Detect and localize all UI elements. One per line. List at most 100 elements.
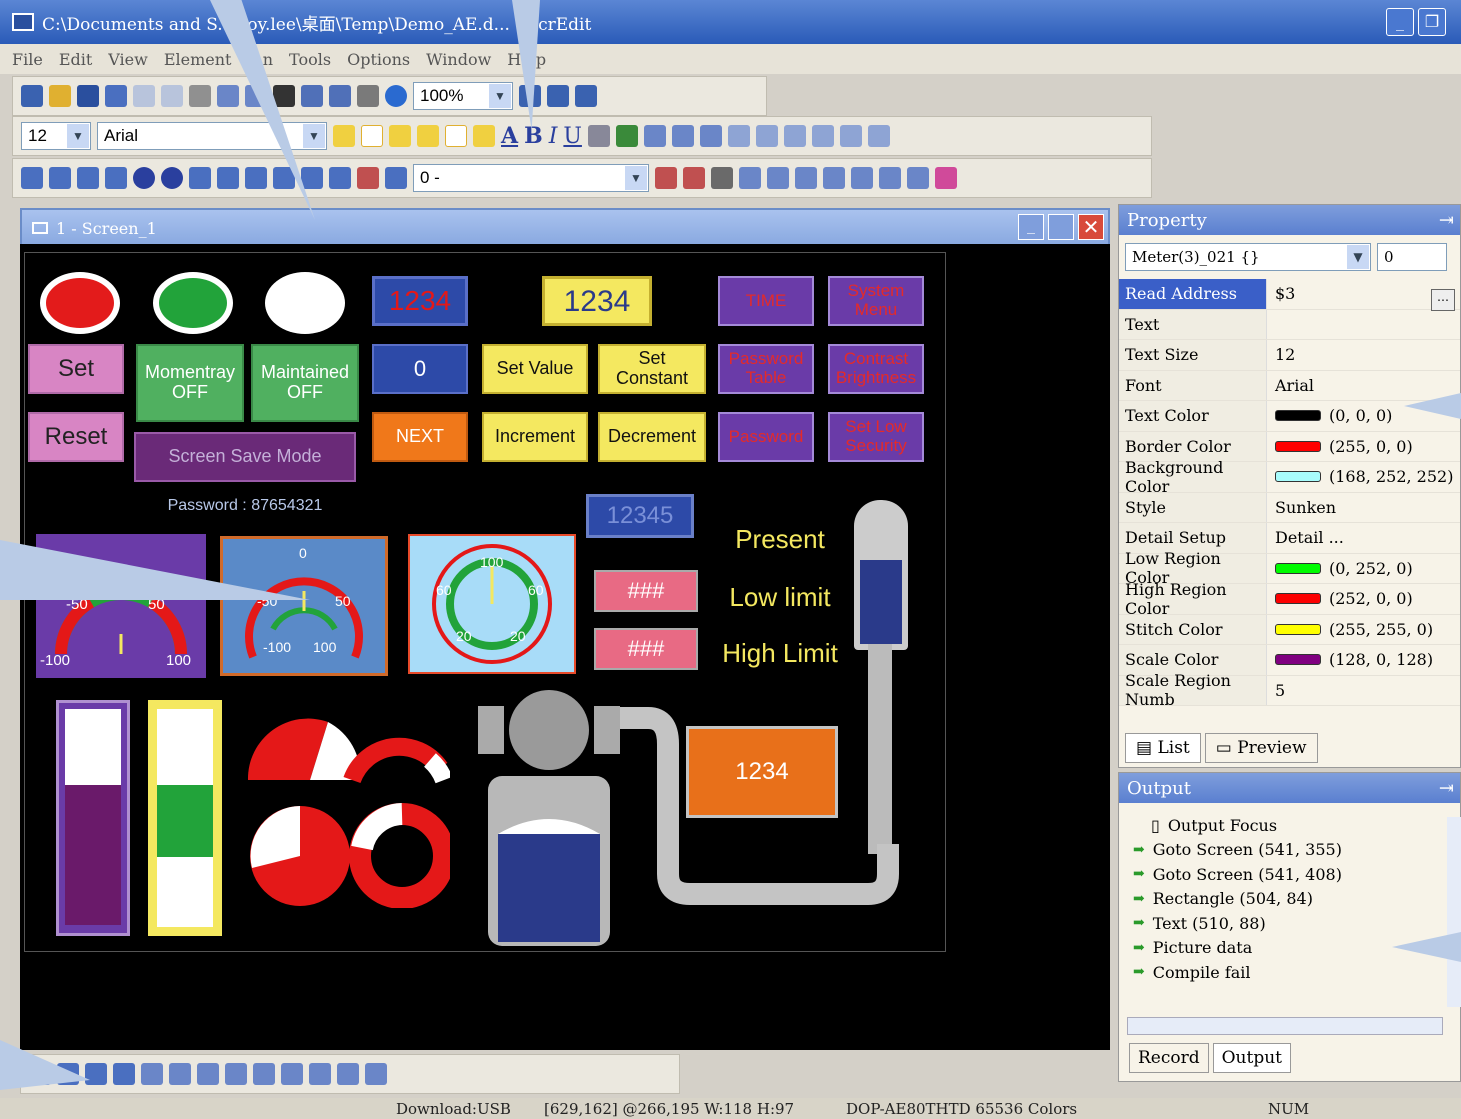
horizontal-scrollbar[interactable] bbox=[1127, 1017, 1443, 1035]
time-button[interactable]: TIME bbox=[718, 276, 814, 326]
menu-view[interactable]: View bbox=[108, 50, 148, 69]
property-row[interactable]: Text bbox=[1119, 309, 1460, 340]
screen-close-button[interactable]: ✕ bbox=[1078, 214, 1104, 240]
numeric-display-2[interactable]: 1234 bbox=[542, 276, 652, 326]
screen-save-mode-button[interactable]: Screen Save Mode bbox=[134, 432, 356, 482]
set-button[interactable]: Set bbox=[28, 344, 124, 394]
vertical-scrollbar[interactable] bbox=[1447, 817, 1461, 1007]
property-row[interactable]: Scale Region Numb 5 bbox=[1119, 671, 1460, 709]
lamp-green[interactable] bbox=[153, 272, 233, 334]
align-top-icon[interactable] bbox=[417, 125, 439, 147]
screen2-icon[interactable] bbox=[329, 85, 351, 107]
property-row[interactable]: Background Color (168, 252, 252) bbox=[1119, 458, 1460, 496]
next-button[interactable]: NEXT bbox=[372, 412, 468, 462]
bar-purple[interactable] bbox=[56, 700, 130, 936]
property-value[interactable]: (255, 0, 0) bbox=[1267, 437, 1413, 456]
backward-icon[interactable] bbox=[113, 1063, 135, 1085]
property-value[interactable]: $3 bbox=[1267, 284, 1295, 303]
property-value[interactable]: 5 bbox=[1267, 681, 1285, 700]
align-left-icon[interactable] bbox=[333, 125, 355, 147]
same-width-icon[interactable] bbox=[309, 1063, 331, 1085]
momentary-button[interactable]: Momentray OFF bbox=[136, 344, 244, 422]
copy-icon[interactable] bbox=[217, 85, 239, 107]
minimize-button[interactable]: _ bbox=[1386, 8, 1414, 36]
pin-icon[interactable]: ⇥ bbox=[1439, 778, 1454, 799]
dist-v-icon[interactable] bbox=[169, 1063, 191, 1085]
menu-options[interactable]: Options bbox=[347, 50, 410, 69]
property-value[interactable]: 12 bbox=[1267, 345, 1295, 364]
align-centers-icon[interactable] bbox=[755, 125, 778, 147]
rect-element-icon[interactable] bbox=[189, 167, 211, 189]
contrast-brightness-button[interactable]: Contrast Brightness bbox=[828, 344, 924, 394]
pump-and-pipes[interactable] bbox=[468, 684, 908, 954]
increment-button[interactable]: Increment bbox=[482, 412, 588, 462]
keypad-element-icon[interactable] bbox=[385, 167, 407, 189]
compile-icon[interactable] bbox=[357, 85, 379, 107]
output-line[interactable]: ➡ Text (510, 88) bbox=[1119, 911, 1460, 936]
output-line[interactable]: ➡ Goto Screen (541, 408) bbox=[1119, 862, 1460, 887]
pie-shapes[interactable] bbox=[240, 708, 450, 908]
numeric-display-3[interactable]: 12345 bbox=[586, 494, 694, 538]
align-rights-icon[interactable] bbox=[783, 125, 806, 147]
set-value-button[interactable]: Set Value bbox=[482, 344, 588, 394]
output-line[interactable]: ➡ Rectangle (504, 84) bbox=[1119, 887, 1460, 912]
property-value[interactable]: (128, 0, 128) bbox=[1267, 650, 1433, 669]
line-element-icon[interactable] bbox=[105, 167, 127, 189]
reset-button[interactable]: Reset bbox=[28, 412, 124, 462]
open-icon[interactable] bbox=[49, 85, 71, 107]
align-middle-icon[interactable] bbox=[445, 125, 467, 147]
pen-icon[interactable] bbox=[587, 125, 610, 147]
bold-icon[interactable]: B bbox=[524, 123, 543, 149]
property-value[interactable]: Arial bbox=[1267, 376, 1314, 395]
link-icon[interactable] bbox=[683, 167, 705, 189]
redo-icon[interactable] bbox=[161, 85, 183, 107]
bar-yellow[interactable] bbox=[148, 700, 222, 936]
italic-icon[interactable]: I bbox=[549, 124, 558, 149]
state-select[interactable]: 0 - ▼ bbox=[413, 164, 649, 192]
meter-3-selected[interactable]: 100 60 60 20 20 bbox=[408, 534, 576, 674]
pin-icon[interactable]: ⇥ bbox=[1439, 210, 1454, 231]
zoom-select[interactable]: 100% ▼ bbox=[413, 82, 513, 110]
property-value[interactable]: (252, 0, 0) bbox=[1267, 589, 1413, 608]
property-value[interactable]: Detail ... bbox=[1267, 528, 1344, 547]
set-constant-button[interactable]: Set Constant bbox=[598, 344, 706, 394]
center-h-icon[interactable] bbox=[253, 1063, 275, 1085]
tab-preview[interactable]: ▭ Preview bbox=[1204, 733, 1318, 763]
new-icon[interactable] bbox=[21, 85, 43, 107]
property-value[interactable]: (0, 0, 0) bbox=[1267, 406, 1392, 425]
align-tops-icon[interactable] bbox=[811, 125, 834, 147]
zoom-out-icon[interactable] bbox=[547, 85, 569, 107]
eraser-icon[interactable] bbox=[879, 167, 901, 189]
align-lefts-icon[interactable] bbox=[727, 125, 750, 147]
font-size-select[interactable]: 12 ▼ bbox=[21, 122, 91, 150]
password-button[interactable]: Password bbox=[718, 412, 814, 462]
menu-element[interactable]: Element bbox=[164, 50, 232, 69]
next-screen-icon[interactable] bbox=[767, 167, 789, 189]
lamp-red[interactable] bbox=[40, 272, 120, 334]
vertical-tank[interactable] bbox=[854, 500, 908, 650]
output-line[interactable]: ➡ Compile fail bbox=[1119, 960, 1460, 985]
ungroup-icon[interactable] bbox=[671, 125, 694, 147]
display-element-icon[interactable] bbox=[329, 167, 351, 189]
undo-icon[interactable] bbox=[133, 85, 155, 107]
download-icon[interactable] bbox=[385, 85, 407, 107]
menu-edit[interactable]: Edit bbox=[59, 50, 92, 69]
forward-icon[interactable] bbox=[85, 1063, 107, 1085]
hash-display-2[interactable]: ### bbox=[594, 628, 698, 670]
text-color-icon[interactable]: A bbox=[501, 123, 518, 149]
dist-h-icon[interactable] bbox=[141, 1063, 163, 1085]
property-row[interactable]: High Region Color (252, 0, 0) bbox=[1119, 580, 1460, 618]
fill-icon[interactable] bbox=[615, 125, 638, 147]
property-value[interactable]: Sunken bbox=[1267, 498, 1336, 517]
browse-button[interactable]: … bbox=[1431, 289, 1455, 311]
space-h-icon[interactable] bbox=[197, 1063, 219, 1085]
zoom-fit-icon[interactable] bbox=[575, 85, 597, 107]
menu-file[interactable]: File bbox=[12, 50, 43, 69]
restore-button[interactable]: ❐ bbox=[1418, 8, 1446, 36]
numeric-input[interactable]: 0 bbox=[372, 344, 468, 394]
property-row[interactable]: Style Sunken bbox=[1119, 492, 1460, 523]
align-center-icon[interactable] bbox=[361, 125, 383, 147]
align-bottoms-icon[interactable] bbox=[867, 125, 890, 147]
calendar-icon[interactable] bbox=[795, 167, 817, 189]
find-icon[interactable] bbox=[273, 85, 295, 107]
